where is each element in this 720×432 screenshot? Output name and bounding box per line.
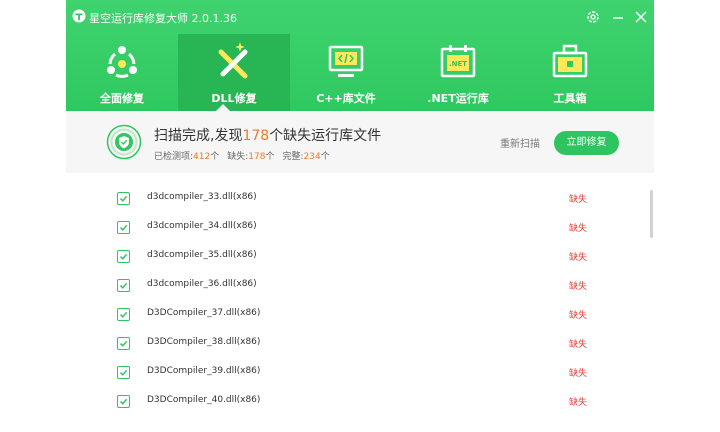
summary-stats: 已检测项:412个 缺失:178个 完整:234个 (154, 149, 330, 162)
active-tab-pointer (216, 104, 230, 111)
file-name: d3dcompiler_36.dll(x86) (147, 279, 257, 289)
unit-label: 个 (210, 152, 220, 162)
file-checkbox[interactable] (117, 308, 130, 321)
file-list: d3dcompiler_33.dll(x86) 缺失 d3dcompiler_3… (66, 183, 654, 432)
list-item: d3dcompiler_34.dll(x86) 缺失 (66, 221, 636, 250)
list-item: d3dcompiler_35.dll(x86) 缺失 (66, 250, 636, 279)
summary-title-suffix: 个缺失运行库文件 (269, 128, 382, 144)
checkbox-checked-icon (119, 340, 128, 347)
tab-cpp-libs[interactable]: C++库文件 (290, 34, 402, 111)
tab-toolbox[interactable]: 工具箱 (514, 34, 626, 111)
file-checkbox[interactable] (117, 250, 130, 263)
unit-label: 个 (265, 152, 275, 162)
tab-net-runtime[interactable]: .NET .NET运行库 (402, 34, 514, 111)
file-checkbox[interactable] (117, 395, 130, 408)
main-nav: 全面修复 DLL修复 C++库文件 .NET .NET运行库 工具箱 (66, 34, 654, 111)
file-checkbox[interactable] (117, 279, 130, 292)
file-name: D3DCompiler_38.dll(x86) (147, 337, 261, 347)
tab-label: 全面修复 (100, 92, 144, 105)
checkbox-checked-icon (119, 253, 128, 260)
tab-label: 工具箱 (553, 92, 587, 105)
list-item: D3DCompiler_37.dll(x86) 缺失 (66, 308, 636, 337)
file-name: d3dcompiler_34.dll(x86) (147, 221, 257, 231)
file-status: 缺失 (569, 253, 588, 263)
file-name: D3DCompiler_37.dll(x86) (147, 308, 261, 318)
tab-dll-repair[interactable]: DLL修复 (178, 34, 290, 111)
minimize-icon[interactable] (610, 9, 626, 25)
list-item: D3DCompiler_38.dll(x86) 缺失 (66, 337, 636, 366)
unit-label: 个 (320, 152, 330, 162)
complete-label: 完整: (282, 152, 304, 162)
code-monitor-icon (328, 45, 364, 77)
file-status: 缺失 (569, 311, 588, 321)
summary-title: 扫描完成,发现178个缺失运行库文件 (154, 125, 381, 145)
net-badge-text: .NET (449, 60, 467, 68)
file-name: d3dcompiler_33.dll(x86) (147, 192, 257, 202)
refresh-cycle-icon (107, 46, 137, 78)
tab-label: C++库文件 (316, 92, 376, 105)
complete-count: 234 (303, 152, 321, 162)
checkbox-checked-icon (119, 282, 128, 289)
fix-now-button[interactable]: 立即修复 (554, 131, 619, 155)
toolbox-icon (552, 44, 588, 78)
missing-count-small: 178 (248, 152, 266, 162)
file-status: 缺失 (569, 195, 588, 205)
checkbox-checked-icon (119, 398, 128, 405)
settings-icon[interactable] (585, 9, 601, 25)
dll-tools-icon (218, 42, 248, 79)
file-checkbox[interactable] (117, 366, 130, 379)
app-logo-icon (72, 9, 86, 23)
shield-check-icon (106, 124, 142, 160)
checkbox-checked-icon (119, 311, 128, 318)
file-status: 缺失 (569, 398, 588, 408)
list-item: d3dcompiler_33.dll(x86) 缺失 (66, 192, 636, 221)
file-status: 缺失 (569, 224, 588, 234)
checkbox-checked-icon (119, 224, 128, 231)
file-checkbox[interactable] (117, 192, 130, 205)
list-item: D3DCompiler_39.dll(x86) 缺失 (66, 366, 636, 395)
tab-full-repair[interactable]: 全面修复 (66, 34, 178, 111)
list-item: d3dcompiler_36.dll(x86) 缺失 (66, 279, 636, 308)
file-checkbox[interactable] (117, 337, 130, 350)
file-name: d3dcompiler_35.dll(x86) (147, 250, 257, 260)
missing-label: 缺失: (227, 152, 249, 162)
tab-label: DLL修复 (211, 92, 257, 105)
detected-label: 已检测项: (154, 152, 194, 162)
rescan-button[interactable]: 重新扫描 (500, 135, 540, 150)
file-status: 缺失 (569, 369, 588, 379)
close-icon[interactable] (633, 9, 649, 25)
list-scrollbar[interactable] (650, 190, 653, 238)
app-window: 星空运行库修复大师 2.0.1.36 全面修复 DLL修复 C++库文件 .NE… (66, 0, 654, 432)
file-name: D3DCompiler_40.dll(x86) (147, 395, 261, 405)
list-item: D3DCompiler_40.dll(x86) 缺失 (66, 395, 636, 424)
checkbox-checked-icon (119, 369, 128, 376)
file-name: D3DCompiler_39.dll(x86) (147, 366, 261, 376)
header: 星空运行库修复大师 2.0.1.36 全面修复 DLL修复 C++库文件 .NE… (66, 0, 654, 111)
file-checkbox[interactable] (117, 221, 130, 234)
detected-count: 412 (193, 152, 211, 162)
title-bar: 星空运行库修复大师 2.0.1.36 (66, 0, 654, 34)
app-title: 星空运行库修复大师 2.0.1.36 (89, 12, 237, 25)
file-status: 缺失 (569, 340, 588, 350)
checkbox-checked-icon (119, 195, 128, 202)
summary-title-prefix: 扫描完成,发现 (154, 128, 243, 144)
net-calendar-icon: .NET (440, 45, 476, 78)
missing-count: 178 (242, 128, 270, 144)
file-status: 缺失 (569, 282, 588, 292)
tab-label: .NET运行库 (427, 92, 489, 105)
